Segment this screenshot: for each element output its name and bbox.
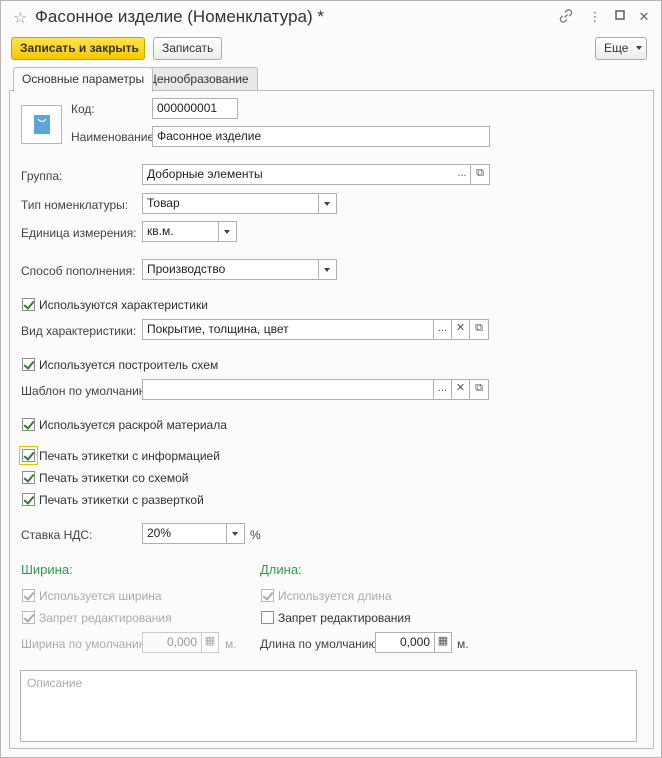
supply-select[interactable]: Производство (142, 259, 319, 280)
width-used-checkbox[interactable] (22, 589, 35, 602)
group-input[interactable]: Доборные элементы (142, 164, 455, 185)
calculator-icon: ▦ (204, 635, 216, 647)
width-calc-button[interactable]: ▦ (202, 632, 219, 653)
template-open-button[interactable]: ⧉ (470, 379, 489, 400)
chevron-down-icon (224, 230, 230, 234)
ellipsis-icon: ... (437, 322, 448, 334)
template-select-button[interactable]: ... (434, 379, 452, 400)
unit-label: Единица измерения: (21, 226, 137, 240)
ellipsis-icon: ... (457, 167, 467, 179)
group-open-button[interactable]: ⧉ (471, 164, 490, 185)
length-used-checkbox[interactable] (261, 589, 274, 602)
unit-select[interactable]: кв.м. (142, 221, 219, 242)
width-default-label: Ширина по умолчанию: (21, 637, 152, 651)
char-kind-open-button[interactable]: ⧉ (470, 319, 489, 340)
supply-label: Способ пополнения: (21, 264, 136, 278)
code-label: Код: (71, 102, 95, 116)
tab-basic-params[interactable]: Основные параметры (13, 67, 154, 92)
code-input[interactable]: 000000001 (152, 98, 238, 119)
item-image[interactable] (21, 105, 62, 144)
use-material-cutting-checkbox[interactable] (22, 418, 35, 431)
name-label: Наименование: (71, 130, 158, 144)
group-select-button[interactable]: ... (454, 164, 471, 185)
group-label: Группа: (21, 169, 63, 183)
length-default-input[interactable]: 0,000 (375, 632, 435, 653)
print-label-scheme-label: Печать этикетки со схемой (39, 471, 189, 485)
close-icon[interactable]: ✕ (636, 9, 652, 25)
description-textarea[interactable]: Описание (20, 670, 637, 742)
char-kind-input[interactable]: Покрытие, толщина, цвет (142, 319, 434, 340)
print-label-unfold-label: Печать этикетки с разверткой (39, 493, 204, 507)
more-button[interactable]: Еще (595, 37, 647, 60)
char-kind-clear-button[interactable]: ✕ (452, 319, 470, 340)
window-title: Фасонное изделие (Номенклатура) * (35, 7, 324, 26)
type-label: Тип номенклатуры: (21, 198, 129, 212)
width-edit-lock-label: Запрет редактирования (39, 611, 172, 625)
star-icon[interactable]: ☆ (13, 8, 27, 28)
vat-select[interactable]: 20% (142, 523, 227, 544)
width-used-label: Используется ширина (39, 589, 162, 603)
char-kind-label: Вид характеристики: (21, 324, 137, 338)
clear-icon: ✕ (455, 382, 466, 394)
length-unit: м. (457, 637, 469, 651)
use-characteristics-label: Используются характеристики (39, 298, 208, 312)
calculator-icon: ▦ (437, 635, 449, 647)
bag-icon (34, 115, 50, 134)
template-input[interactable] (142, 379, 434, 400)
maximize-icon[interactable] (612, 9, 628, 25)
chevron-down-icon (635, 46, 642, 50)
name-input[interactable]: Фасонное изделие (152, 126, 490, 147)
use-characteristics-checkbox[interactable] (22, 298, 35, 311)
width-default-input[interactable]: 0,000 (142, 632, 202, 653)
width-edit-lock-checkbox[interactable] (22, 611, 35, 624)
print-label-info-label: Печать этикетки с информацией (39, 449, 220, 463)
open-icon: ⧉ (476, 167, 484, 179)
open-icon: ⧉ (475, 322, 483, 334)
form-window: ☆ Фасонное изделие (Номенклатура) * ⋮ ✕ … (0, 0, 662, 758)
link-icon[interactable] (558, 9, 574, 25)
length-edit-lock-label: Запрет редактирования (278, 611, 411, 625)
chevron-down-icon (324, 268, 330, 272)
save-and-close-button[interactable]: Записать и закрыть (11, 37, 145, 60)
chevron-down-icon (232, 532, 238, 536)
use-scheme-builder-label: Используется построитель схем (39, 358, 219, 372)
print-label-unfold-checkbox[interactable] (22, 493, 35, 506)
vat-unit: % (250, 528, 261, 542)
print-label-info-checkbox[interactable] (19, 446, 38, 465)
tab-pricing[interactable]: Ценообразование (139, 67, 258, 91)
supply-dropdown-button[interactable] (319, 259, 337, 280)
ellipsis-icon: ... (437, 382, 448, 394)
length-section-title: Длина: (260, 562, 302, 577)
use-material-cutting-label: Используется раскрой материала (39, 418, 227, 432)
type-select[interactable]: Товар (142, 193, 319, 214)
length-calc-button[interactable]: ▦ (435, 632, 452, 653)
length-edit-lock-checkbox[interactable] (261, 611, 274, 624)
length-default-label: Длина по умолчанию: (260, 637, 381, 651)
print-label-scheme-checkbox[interactable] (22, 471, 35, 484)
open-icon: ⧉ (475, 382, 483, 394)
description-placeholder: Описание (27, 676, 83, 690)
template-clear-button[interactable]: ✕ (452, 379, 470, 400)
chevron-down-icon (324, 202, 330, 206)
vat-label: Ставка НДС: (21, 528, 93, 542)
unit-dropdown-button[interactable] (219, 221, 237, 242)
width-unit: м. (225, 637, 237, 651)
length-used-label: Используется длина (278, 589, 392, 603)
type-dropdown-button[interactable] (319, 193, 337, 214)
more-button-label: Еще (604, 41, 629, 55)
clear-icon: ✕ (455, 322, 466, 334)
more-vertical-icon[interactable]: ⋮ (587, 9, 603, 25)
save-button[interactable]: Записать (153, 37, 222, 60)
vat-dropdown-button[interactable] (227, 523, 245, 544)
width-section-title: Ширина: (21, 562, 73, 577)
template-label: Шаблон по умолчанию: (21, 384, 152, 398)
use-scheme-builder-checkbox[interactable] (22, 358, 35, 371)
char-kind-select-button[interactable]: ... (434, 319, 452, 340)
